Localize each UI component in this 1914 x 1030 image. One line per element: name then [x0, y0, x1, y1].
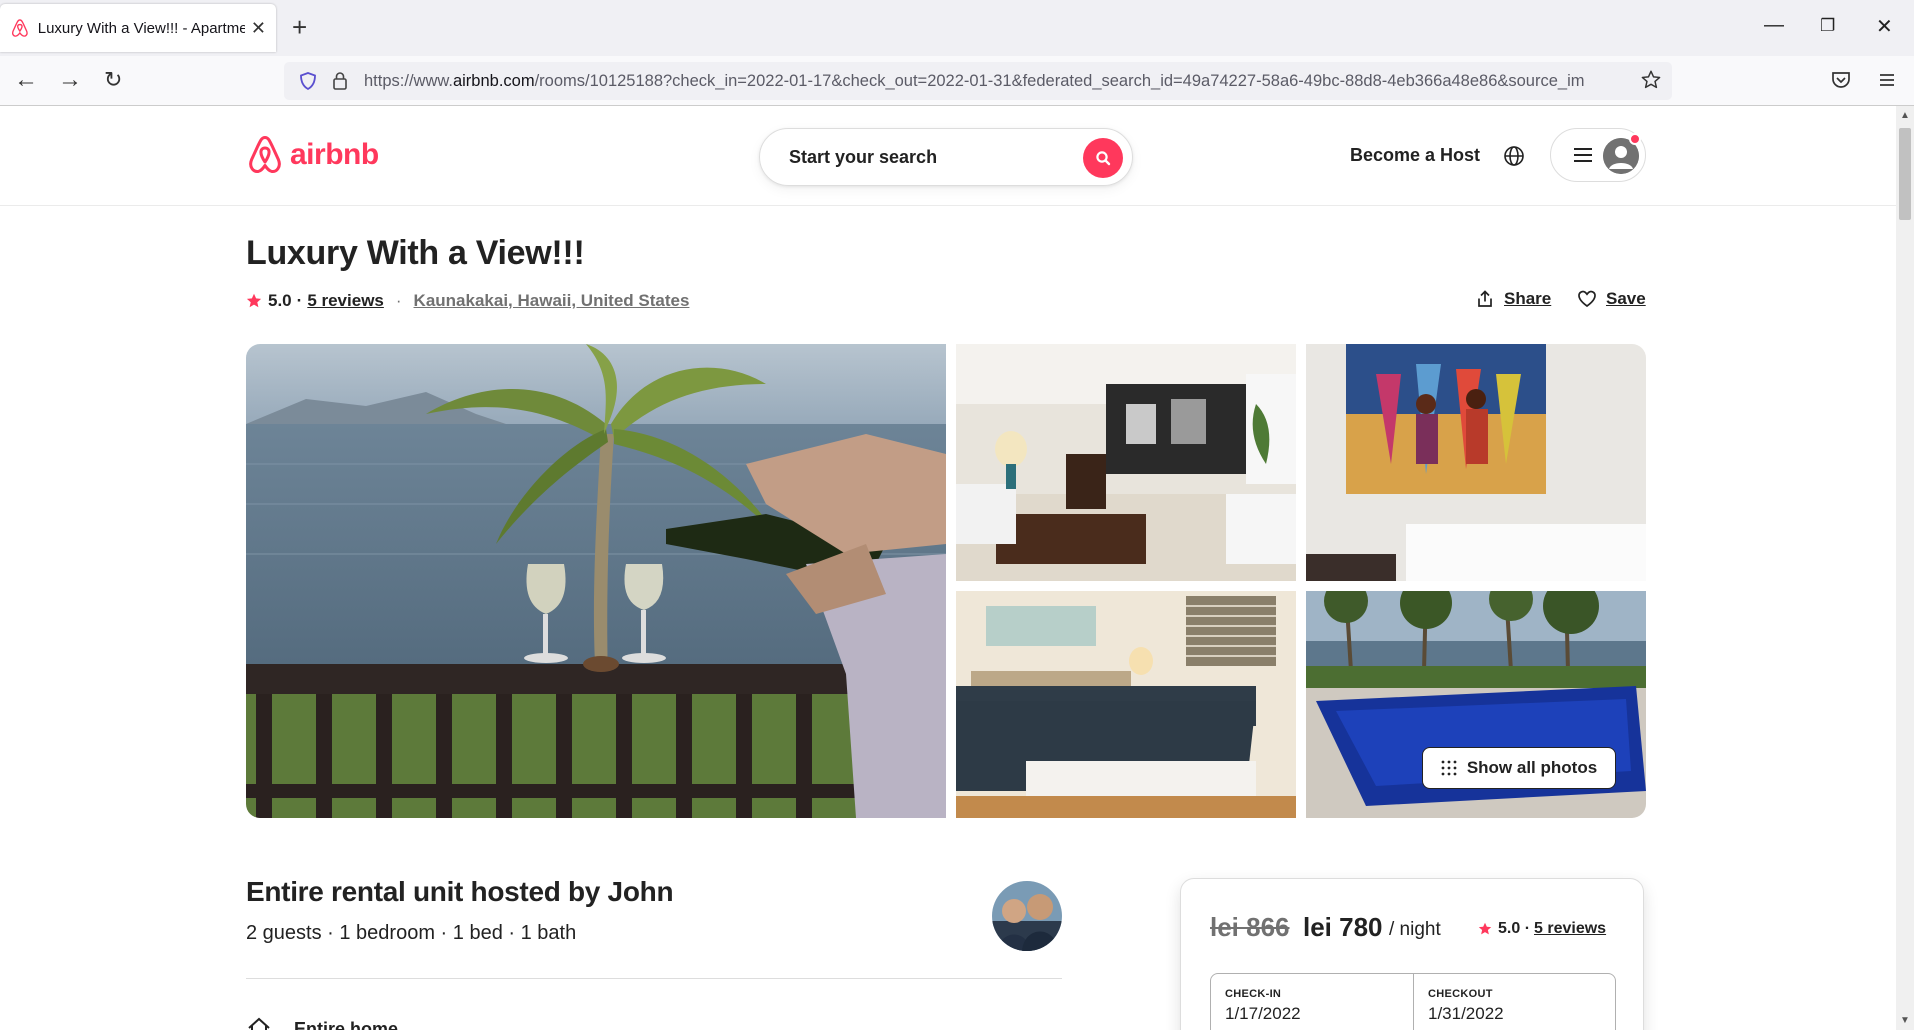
tab-title: Luxury With a View!!! - Apartme: [37, 19, 245, 37]
search-bar[interactable]: Start your search: [759, 128, 1133, 186]
user-menu-button[interactable]: [1550, 128, 1646, 182]
app-menu-icon[interactable]: [1876, 69, 1898, 91]
site-header: airbnb Start your search Become a Host: [0, 106, 1896, 206]
date-picker[interactable]: CHECK-IN 1/17/2022 CHECKOUT 1/31/2022: [1210, 973, 1616, 1030]
reload-icon[interactable]: ↻: [104, 68, 122, 92]
logo-text: airbnb: [290, 138, 379, 171]
scroll-down-icon[interactable]: ▼: [1900, 1015, 1910, 1026]
discounted-price: lei 780: [1303, 912, 1383, 942]
browser-tab[interactable]: Luxury With a View!!! - Apartme ✕: [0, 4, 276, 52]
checkout-caption: CHECKOUT: [1428, 988, 1493, 1000]
star-icon: [1478, 922, 1492, 935]
booking-rating-value: 5.0 ·: [1498, 920, 1531, 937]
checkout-value: 1/31/2022: [1428, 1004, 1504, 1023]
airbnb-favicon-icon: [12, 19, 28, 37]
notification-dot: [1629, 133, 1641, 145]
host-avatar[interactable]: [992, 881, 1062, 951]
checkin-field[interactable]: CHECK-IN 1/17/2022: [1211, 974, 1414, 1030]
show-all-photos-button[interactable]: Show all photos: [1422, 747, 1616, 789]
become-host-link[interactable]: Become a Host: [1350, 145, 1480, 166]
close-window-icon[interactable]: ✕: [1876, 14, 1893, 39]
rating-value: 5.0: [268, 291, 292, 310]
browser-tab-bar: Luxury With a View!!! - Apartme ✕ + — ❐ …: [0, 0, 1914, 56]
photo-painting[interactable]: [1306, 344, 1646, 581]
minimize-icon[interactable]: —: [1764, 14, 1784, 37]
tab-close-icon[interactable]: ✕: [251, 18, 266, 39]
pocket-icon[interactable]: [1830, 69, 1852, 91]
lock-icon[interactable]: [332, 71, 348, 91]
scroll-up-icon[interactable]: ▲: [1900, 110, 1910, 121]
section-divider: [246, 978, 1062, 979]
reviews-link[interactable]: 5 reviews: [307, 291, 384, 311]
grid-dots-icon: [1441, 760, 1457, 776]
booking-rating: 5.0 · 5 reviews: [1478, 920, 1606, 938]
photo-main-ocean-view[interactable]: [246, 344, 946, 818]
feature-entire-home: Entire home: [246, 1016, 398, 1030]
share-label: Share: [1504, 289, 1552, 308]
tracking-shield-icon[interactable]: [298, 71, 318, 91]
booking-card: lei 866 lei 780 / night 5.0 · 5 reviews …: [1180, 878, 1644, 1030]
location-link[interactable]: Kaunakakai, Hawaii, United States: [414, 291, 690, 311]
rating-separator: ·: [296, 291, 303, 310]
listing-meta: 5.0 · 5 reviews · Kaunakakai, Hawaii, Un…: [246, 291, 689, 311]
search-icon: [1096, 151, 1111, 166]
airbnb-logo[interactable]: airbnb: [246, 134, 379, 176]
restore-icon[interactable]: ❐: [1820, 16, 1835, 36]
back-icon[interactable]: ←: [14, 68, 38, 92]
save-button[interactable]: Save: [1578, 289, 1646, 309]
url-text[interactable]: https://www.airbnb.com/rooms/10125188?ch…: [364, 72, 1634, 91]
search-button[interactable]: [1083, 138, 1123, 178]
hamburger-icon: [1574, 148, 1592, 162]
forward-icon[interactable]: →: [58, 68, 82, 92]
share-button[interactable]: Share: [1476, 289, 1551, 309]
new-tab-icon[interactable]: +: [292, 14, 307, 40]
listing-title: Luxury With a View!!!: [246, 234, 585, 272]
save-label: Save: [1606, 289, 1646, 308]
feature-label: Entire home: [294, 1018, 399, 1030]
meta-separator: ·: [395, 291, 402, 310]
show-all-photos-label: Show all photos: [1466, 758, 1598, 777]
bookmark-star-icon[interactable]: [1640, 69, 1662, 91]
heart-icon: [1578, 290, 1596, 308]
airbnb-logo-icon: [249, 135, 281, 173]
browser-toolbar: ← → ↻ https://www.airbnb.com/rooms/10125…: [0, 56, 1914, 106]
globe-icon[interactable]: [1503, 145, 1525, 167]
booking-reviews-link[interactable]: 5 reviews: [1534, 920, 1606, 938]
share-icon: [1478, 290, 1492, 307]
checkin-value: 1/17/2022: [1225, 1004, 1301, 1023]
checkout-field[interactable]: CHECKOUT 1/31/2022: [1414, 974, 1617, 1030]
price-unit: / night: [1389, 919, 1441, 940]
search-label: Start your search: [789, 147, 938, 167]
star-icon: [246, 293, 262, 308]
photo-bedroom[interactable]: [956, 591, 1296, 818]
scroll-thumb[interactable]: [1899, 128, 1911, 220]
listing-summary: 2 guests · 1 bedroom · 1 bed · 1 bath: [246, 922, 577, 944]
url-bar[interactable]: https://www.airbnb.com/rooms/10125188?ch…: [284, 62, 1672, 100]
checkin-caption: CHECK-IN: [1225, 988, 1282, 1000]
hosted-by-heading: Entire rental unit hosted by John: [246, 876, 674, 907]
original-price: lei 866: [1210, 912, 1290, 942]
home-icon: [248, 1017, 270, 1030]
photo-kitchen[interactable]: [956, 344, 1296, 581]
page-scrollbar[interactable]: ▲ ▼: [1896, 106, 1914, 1030]
